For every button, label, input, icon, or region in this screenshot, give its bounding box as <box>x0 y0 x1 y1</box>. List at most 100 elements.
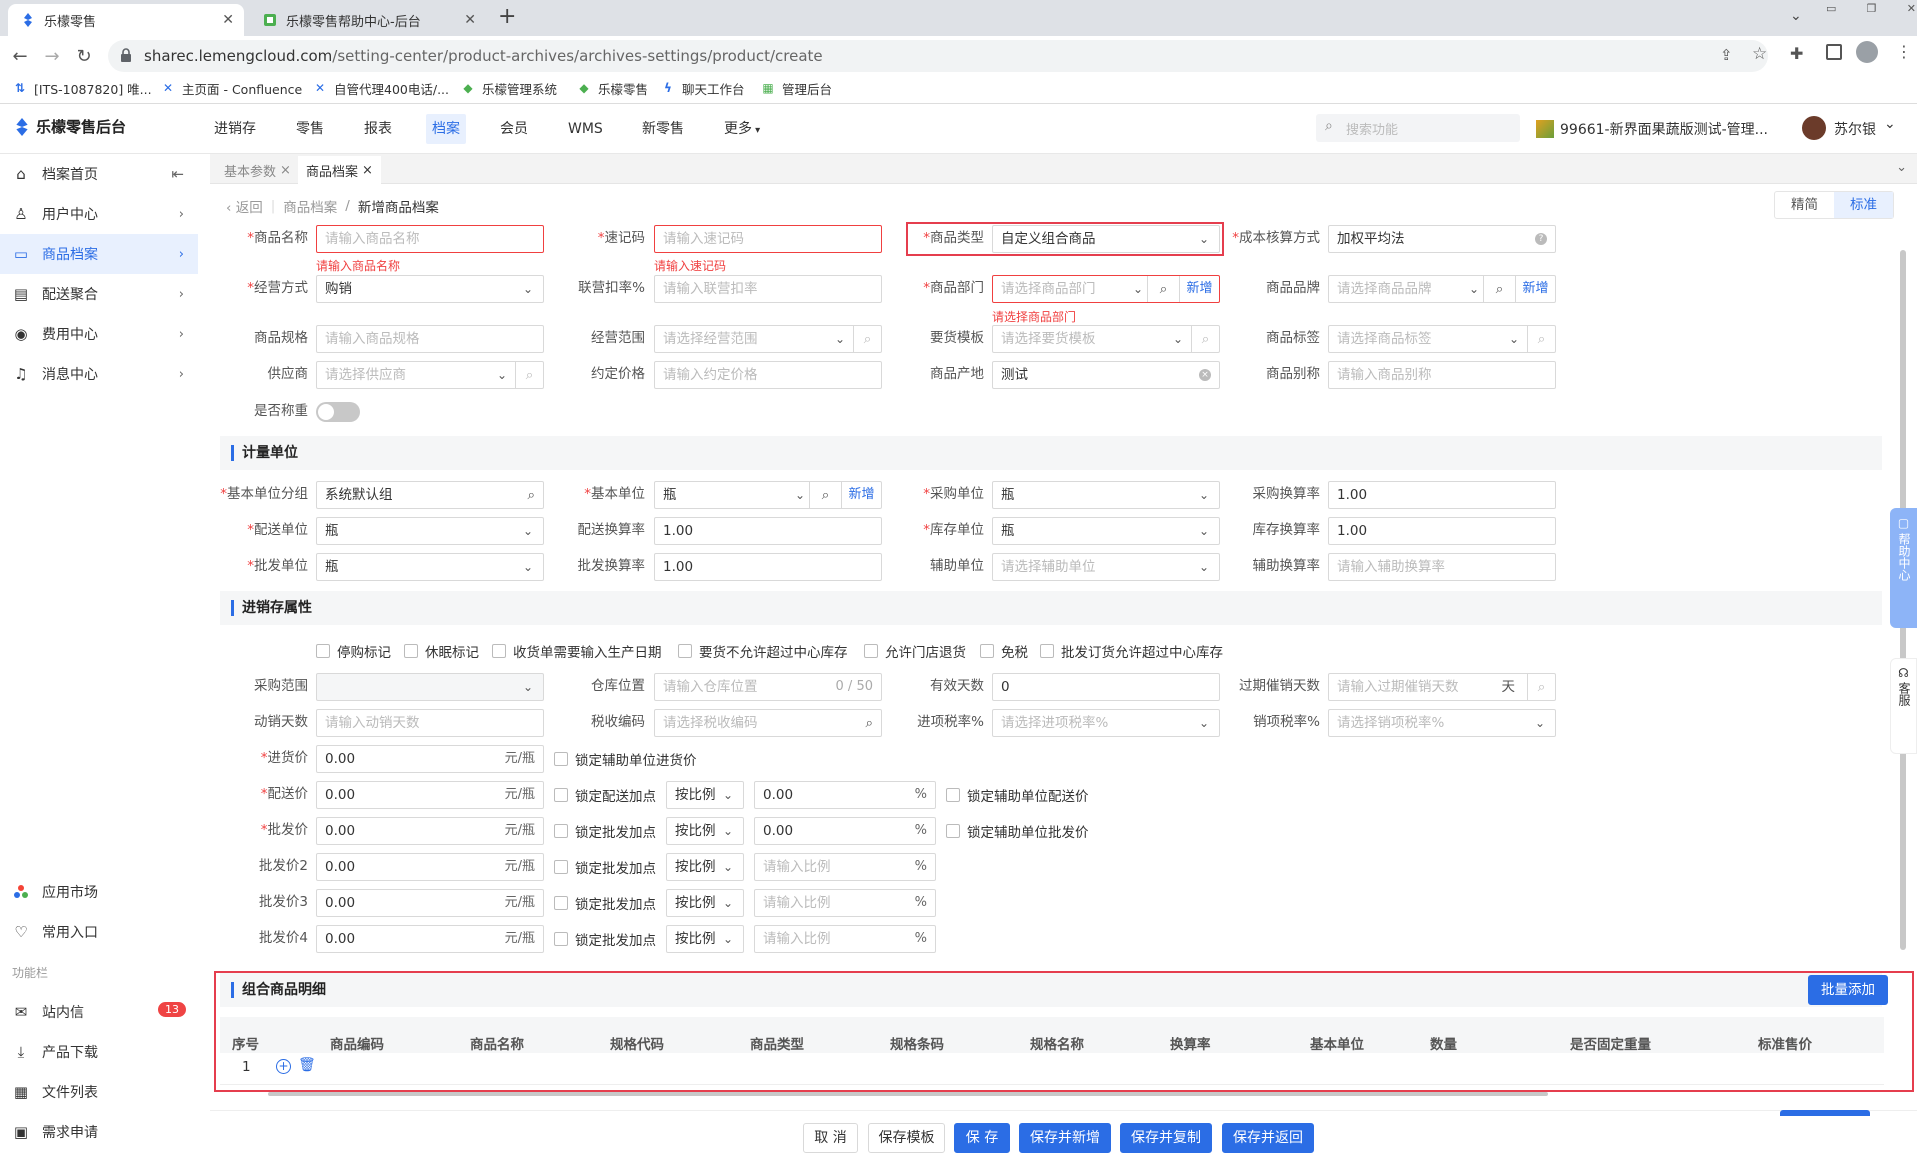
tabs-dropdown-icon[interactable]: ⌄ <box>1896 160 1907 175</box>
user-avatar[interactable] <box>1802 116 1826 140</box>
ratio-mode-select[interactable]: 按比例 ⌄ <box>666 853 744 881</box>
clear-icon[interactable]: × <box>1199 369 1211 381</box>
cost-method-input[interactable]: 加权平均法? <box>1328 225 1556 253</box>
business-mode-select[interactable]: 购销 ⌄ <box>316 275 544 303</box>
aux-rate-input[interactable]: 请输入辅助换算率 <box>1328 553 1556 581</box>
tag-select[interactable]: 请选择商品标签 ⌄ ⌕ <box>1328 325 1556 353</box>
sidebar-item-common-entry[interactable]: ♡ 常用入口 <box>0 912 198 952</box>
overdue-days-input[interactable]: 请输入过期催销天数 天 ⌕ <box>1328 673 1556 701</box>
sidebar-item-delivery[interactable]: ▤ 配送聚合 › <box>0 274 198 314</box>
weigh-toggle[interactable] <box>316 402 360 422</box>
agreed-price-input[interactable]: 请输入约定价格 <box>654 361 882 389</box>
search-icon[interactable]: ⌕ <box>809 482 841 508</box>
tab-product-archive[interactable]: 商品档案 × <box>298 156 381 184</box>
lock-checkbox[interactable]: 锁定批发加点 <box>554 821 656 841</box>
origin-input[interactable]: 测试 × <box>992 361 1220 389</box>
nav-wms[interactable]: WMS <box>562 114 609 144</box>
stock-unit-select[interactable]: 瓶 ⌄ <box>992 517 1220 545</box>
price-input[interactable]: 0.00 元/瓶 <box>316 745 544 773</box>
nav-inventory[interactable]: 进销存 <box>208 114 262 144</box>
customer-service-float[interactable]: ☊ 客服 <box>1890 658 1917 754</box>
lock-checkbox[interactable]: 锁定辅助单位进货价 <box>554 749 697 769</box>
purchase-range-select[interactable]: ⌄ <box>316 673 544 701</box>
close-tab-icon[interactable]: ✕ <box>464 12 476 28</box>
minimize-icon[interactable]: ▭ <box>1826 2 1836 18</box>
star-icon[interactable]: ☆ <box>1752 44 1767 64</box>
search-icon[interactable]: ⌕ <box>1527 326 1555 352</box>
wholesale-rate-input[interactable]: 1.00 <box>654 553 882 581</box>
sidebar-item-inbox[interactable]: ✉ 站内信 13 <box>0 992 198 1032</box>
nav-more[interactable]: 更多 ▾ <box>718 114 766 144</box>
delivery-unit-select[interactable]: 瓶 ⌄ <box>316 517 544 545</box>
price-input[interactable]: 0.00 元/瓶 <box>316 853 544 881</box>
product-type-select[interactable]: 自定义组合商品 ⌄ <box>992 225 1220 253</box>
dormant-checkbox[interactable]: 休眠标记 <box>404 641 479 661</box>
shortcode-input[interactable]: 请输入速记码 <box>654 225 882 253</box>
sidebar-item-file-list[interactable]: ▦ 文件列表 <box>0 1072 198 1112</box>
wholesale-unit-select[interactable]: 瓶 ⌄ <box>316 553 544 581</box>
production-date-checkbox[interactable]: 收货单需要输入生产日期 <box>492 641 662 661</box>
help-center-float[interactable]: ▢ 帮助中心 <box>1890 508 1917 628</box>
delete-row-icon[interactable]: 🗑 <box>298 1057 316 1073</box>
ratio-input[interactable]: 请输入比例% <box>754 889 936 917</box>
restore-icon[interactable]: ❐ <box>1867 2 1877 18</box>
sidebar-item-request[interactable]: ▣ 需求申请 <box>0 1112 198 1152</box>
ratio-input[interactable]: 请输入比例% <box>754 925 936 953</box>
save-button[interactable]: 保 存 <box>954 1123 1010 1153</box>
new-tab-button[interactable]: + <box>498 4 516 29</box>
delivery-rate-input[interactable]: 1.00 <box>654 517 882 545</box>
user-name[interactable]: 苏尔银 <box>1834 119 1876 139</box>
price-input[interactable]: 0.00 元/瓶 <box>316 925 544 953</box>
save-and-return-button[interactable]: 保存并返回 <box>1222 1123 1314 1153</box>
output-tax-select[interactable]: 请选择销项税率% ⌄ <box>1328 709 1556 737</box>
ratio-mode-select[interactable]: 按比例 ⌄ <box>666 817 744 845</box>
breadcrumb-parent[interactable]: 商品档案 <box>283 196 337 216</box>
search-icon[interactable]: ⌕ <box>1147 276 1179 302</box>
valid-days-input[interactable]: 0 <box>992 673 1220 701</box>
close-icon[interactable]: × <box>280 163 291 178</box>
lock-aux-checkbox[interactable]: 锁定辅助单位批发价 <box>946 821 1089 841</box>
price-input[interactable]: 0.00 元/瓶 <box>316 781 544 809</box>
close-icon[interactable]: × <box>362 163 373 178</box>
sidebar-item-product-archive[interactable]: ▭ 商品档案 › <box>0 234 198 274</box>
store-name[interactable]: 99661-新界面果蔬版测试-管理... <box>1560 119 1768 139</box>
nav-new-retail[interactable]: 新零售 <box>636 114 690 144</box>
sell-days-input[interactable]: 请输入动销天数 <box>316 709 544 737</box>
search-function-input[interactable]: ⌕ 搜索功能 <box>1316 114 1520 142</box>
tax-free-checkbox[interactable]: 免税 <box>980 641 1028 661</box>
save-and-copy-button[interactable]: 保存并复制 <box>1120 1123 1212 1153</box>
purchase-unit-select[interactable]: 瓶 ⌄ <box>992 481 1220 509</box>
ratio-mode-select[interactable]: 按比例 ⌄ <box>666 925 744 953</box>
add-department-button[interactable]: 新增 <box>1179 276 1219 302</box>
deduct-rate-input[interactable]: 请输入联营扣率 <box>654 275 882 303</box>
batch-add-button[interactable]: 批量添加 <box>1808 975 1888 1005</box>
tab-basic-params[interactable]: 基本参数 × <box>216 156 299 184</box>
profile-avatar-icon[interactable] <box>1856 41 1878 63</box>
view-simple-button[interactable]: 精简 <box>1775 192 1834 218</box>
nav-member[interactable]: 会员 <box>494 114 534 144</box>
sidebar-item-download[interactable]: ⤓ 产品下载 <box>0 1032 198 1072</box>
bookmark-item[interactable]: ϟ 聊天工作台 <box>660 76 744 100</box>
sidebar-item-fee-center[interactable]: ◉ 费用中心 › <box>0 314 198 354</box>
save-template-button[interactable]: 保存模板 <box>868 1123 945 1153</box>
wholesale-exceed-checkbox[interactable]: 批发订货允许超过中心库存 <box>1040 641 1223 661</box>
sidebar-item-user-center[interactable]: ♙ 用户中心 › <box>0 194 198 234</box>
app-logo[interactable]: 乐檬零售后台 <box>14 116 126 137</box>
sidepanel-icon[interactable] <box>1826 44 1842 60</box>
help-icon[interactable]: ? <box>1535 233 1547 245</box>
aux-unit-select[interactable]: 请选择辅助单位 ⌄ <box>992 553 1220 581</box>
back-arrow-icon[interactable]: ← <box>6 42 34 70</box>
ratio-input[interactable]: 0.00% <box>754 781 936 809</box>
order-template-select[interactable]: 请选择要货模板 ⌄ ⌕ <box>992 325 1220 353</box>
input-tax-select[interactable]: 请选择进项税率% ⌄ <box>992 709 1220 737</box>
department-select[interactable]: 请选择商品部门 ⌄ ⌕ 新增 <box>992 275 1220 303</box>
warehouse-location-input[interactable]: 请输入仓库位置 0 / 50 <box>654 673 882 701</box>
search-icon[interactable]: ⌕ <box>527 482 535 508</box>
ratio-input[interactable]: 请输入比例% <box>754 853 936 881</box>
search-icon[interactable]: ⌕ <box>1483 276 1515 302</box>
table-scrollbar[interactable] <box>268 1092 1548 1096</box>
user-chevron-down-icon[interactable]: ⌄ <box>1884 116 1896 132</box>
browser-tab-active[interactable]: 乐檬零售 ✕ <box>8 4 244 36</box>
forward-arrow-icon[interactable]: → <box>38 42 66 70</box>
sidebar-item-app-market[interactable]: 应用市场 <box>0 872 198 912</box>
